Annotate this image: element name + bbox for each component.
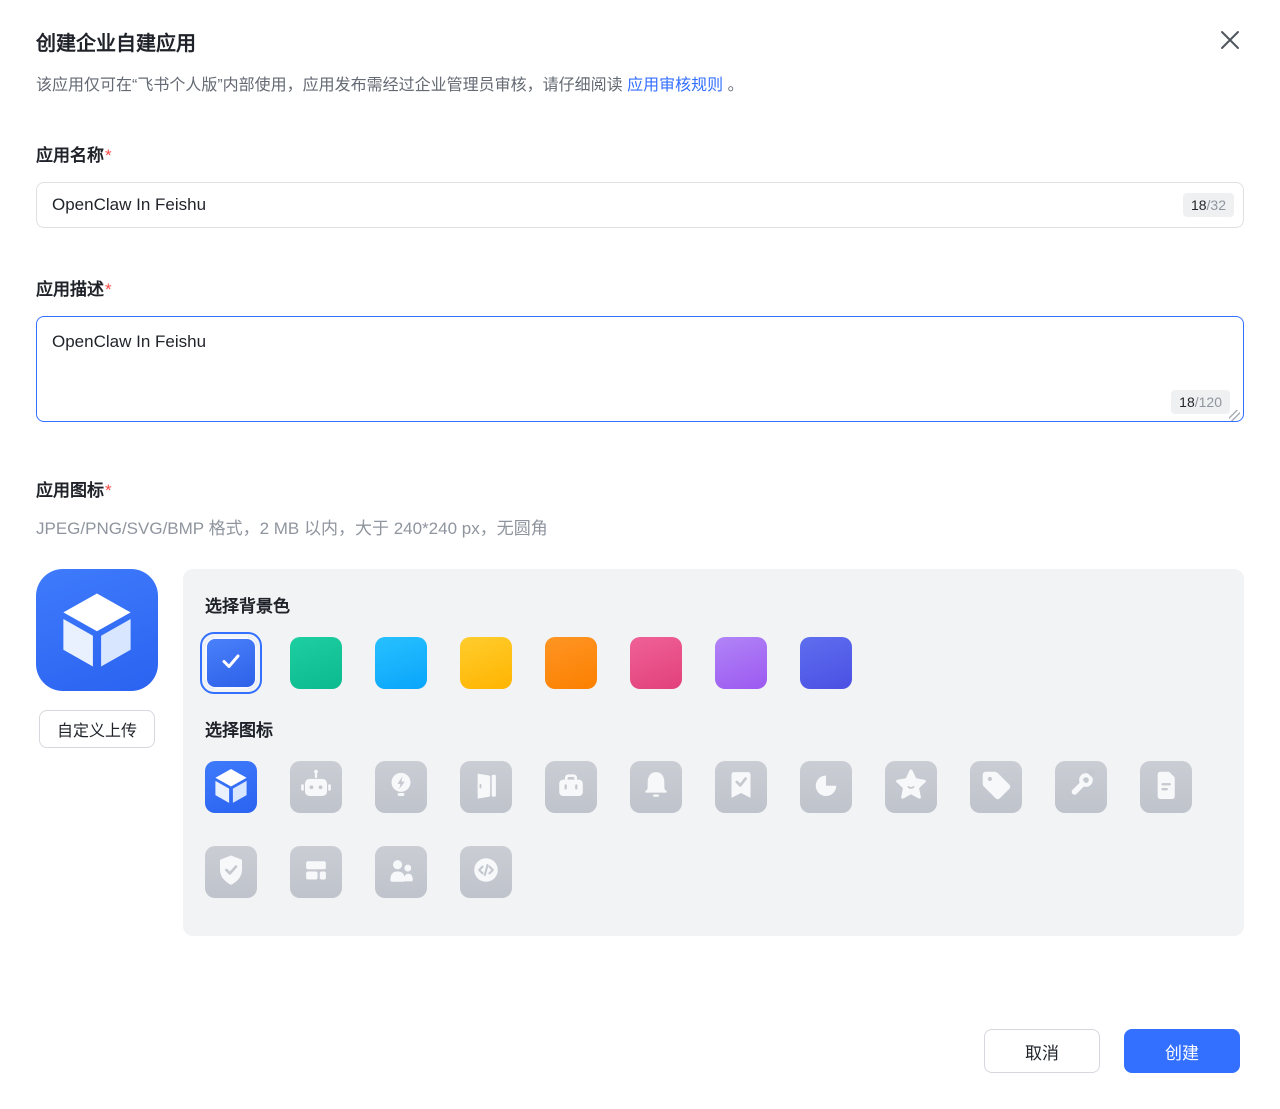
close-icon (1218, 28, 1242, 57)
door-icon (467, 766, 505, 809)
app-icon-label: 应用图标* (36, 479, 1244, 503)
pie-icon (807, 766, 845, 809)
bg-color-section-title: 选择背景色 (205, 595, 1222, 619)
textarea-resize-handle[interactable] (1229, 410, 1240, 421)
icon-tile-pie[interactable] (800, 761, 852, 813)
app-desc-field: OpenClaw In Feishu 18/120 (36, 316, 1244, 427)
create-button[interactable]: 创建 (1124, 1029, 1240, 1073)
bg-color-swatch-pink[interactable] (630, 637, 682, 689)
icon-tile-bookmark[interactable] (715, 761, 767, 813)
tag-icon (977, 766, 1015, 809)
icon-tile-robot[interactable] (290, 761, 342, 813)
icon-section-title: 选择图标 (205, 719, 1222, 743)
app-desc-textarea[interactable]: OpenClaw In Feishu (36, 316, 1244, 422)
cancel-button[interactable]: 取消 (984, 1029, 1100, 1073)
wrench-icon (1062, 766, 1100, 809)
layout-icon (297, 851, 335, 894)
bg-color-swatch-yellow[interactable] (460, 637, 512, 689)
star-icon (892, 766, 930, 809)
app-name-char-counter: 18/32 (1183, 193, 1234, 217)
icon-tile-doc[interactable] (1140, 761, 1192, 813)
app-desc-char-counter: 18/120 (1171, 390, 1230, 414)
app-icon-preview (36, 569, 158, 691)
dialog-header: 创建企业自建应用 (36, 30, 1244, 58)
bg-color-swatch-blue[interactable] (205, 637, 257, 689)
robot-icon (297, 766, 335, 809)
cube-icon (212, 766, 250, 809)
dialog-title: 创建企业自建应用 (36, 30, 196, 58)
icon-tile-users[interactable] (375, 846, 427, 898)
required-asterisk: * (105, 146, 112, 165)
cube-icon (56, 587, 138, 674)
close-button[interactable] (1216, 28, 1244, 56)
app-name-field: 18/32 (36, 182, 1244, 228)
app-name-input[interactable] (36, 182, 1244, 228)
icon-editor: 自定义上传 选择背景色 选择图标 (36, 569, 1244, 936)
bg-color-swatch-purple[interactable] (715, 637, 767, 689)
icon-tile-shield[interactable] (205, 846, 257, 898)
icon-format-hint: JPEG/PNG/SVG/BMP 格式，2 MB 以内，大于 240*240 p… (36, 517, 1244, 541)
bell-icon (637, 766, 675, 809)
bg-color-swatch-indigo[interactable] (800, 637, 852, 689)
create-app-dialog: 创建企业自建应用 该应用仅可在“飞书个人版”内部使用，应用发布需经过企业管理员审… (0, 0, 1280, 1109)
dialog-subtitle: 该应用仅可在“飞书个人版”内部使用，应用发布需经过企业管理员审核，请仔细阅读 应… (36, 74, 1244, 98)
bg-color-swatch-cyan[interactable] (375, 637, 427, 689)
custom-upload-button[interactable]: 自定义上传 (39, 710, 155, 748)
review-rules-link[interactable]: 应用审核规则 (627, 77, 723, 94)
dialog-footer: 取消 创建 (984, 1029, 1240, 1073)
icon-preview-column: 自定义上传 (36, 569, 158, 936)
icon-tile-star[interactable] (885, 761, 937, 813)
icon-tile-code[interactable] (460, 846, 512, 898)
required-asterisk: * (105, 481, 112, 500)
shield-icon (212, 851, 250, 894)
icon-tiles (205, 761, 1195, 898)
bulb-icon (382, 766, 420, 809)
icon-tile-bulb[interactable] (375, 761, 427, 813)
doc-icon (1147, 766, 1185, 809)
icon-tile-layout[interactable] (290, 846, 342, 898)
icon-tile-bell[interactable] (630, 761, 682, 813)
check-icon (218, 648, 244, 679)
icon-options-panel: 选择背景色 选择图标 (183, 569, 1244, 936)
icon-tile-door[interactable] (460, 761, 512, 813)
users-icon (382, 851, 420, 894)
subtitle-suffix: 。 (723, 77, 743, 94)
bookmark-icon (722, 766, 760, 809)
icon-tile-cube[interactable] (205, 761, 257, 813)
app-desc-label: 应用描述* (36, 278, 1244, 302)
required-asterisk: * (105, 280, 112, 299)
icon-tile-tag[interactable] (970, 761, 1022, 813)
bg-color-swatch-green[interactable] (290, 637, 342, 689)
code-icon (467, 851, 505, 894)
app-name-label: 应用名称* (36, 144, 1244, 168)
briefcase-icon (552, 766, 590, 809)
icon-tile-briefcase[interactable] (545, 761, 597, 813)
bg-color-swatch-orange[interactable] (545, 637, 597, 689)
icon-tile-wrench[interactable] (1055, 761, 1107, 813)
bg-color-swatches (205, 637, 1222, 689)
subtitle-text: 该应用仅可在“飞书个人版”内部使用，应用发布需经过企业管理员审核，请仔细阅读 (36, 77, 627, 94)
